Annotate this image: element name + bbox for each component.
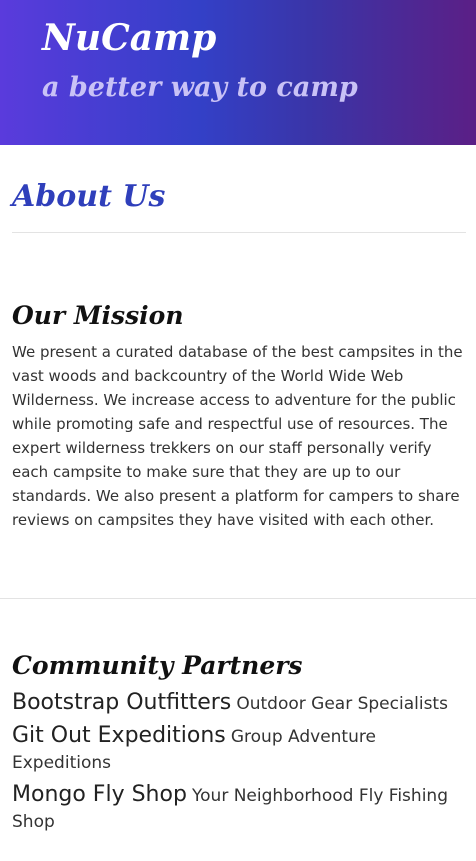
partners-heading: Community Partners (12, 651, 303, 680)
partner-description: Outdoor Gear Specialists (236, 694, 448, 714)
section-divider (0, 598, 476, 599)
brand-title: NuCamp (42, 17, 217, 59)
partner-item: Git Out Expeditions Group Adventure Expe… (12, 723, 464, 776)
mission-heading: Our Mission (12, 301, 184, 330)
partners-list: Bootstrap Outfitters Outdoor Gear Specia… (12, 690, 464, 841)
partner-name: Mongo Fly Shop (12, 782, 187, 807)
partner-item: Bootstrap Outfitters Outdoor Gear Specia… (12, 690, 464, 717)
partner-item: Mongo Fly Shop Your Neighborhood Fly Fis… (12, 782, 464, 835)
mission-paragraph: We present a curated database of the bes… (12, 343, 463, 529)
header-banner: NuCamp a better way to camp (0, 0, 476, 145)
partner-name: Git Out Expeditions (12, 723, 226, 748)
brand-tagline: a better way to camp (42, 72, 358, 103)
page-title: About Us (12, 179, 166, 214)
title-divider (12, 232, 466, 233)
partner-name: Bootstrap Outfitters (12, 690, 232, 715)
